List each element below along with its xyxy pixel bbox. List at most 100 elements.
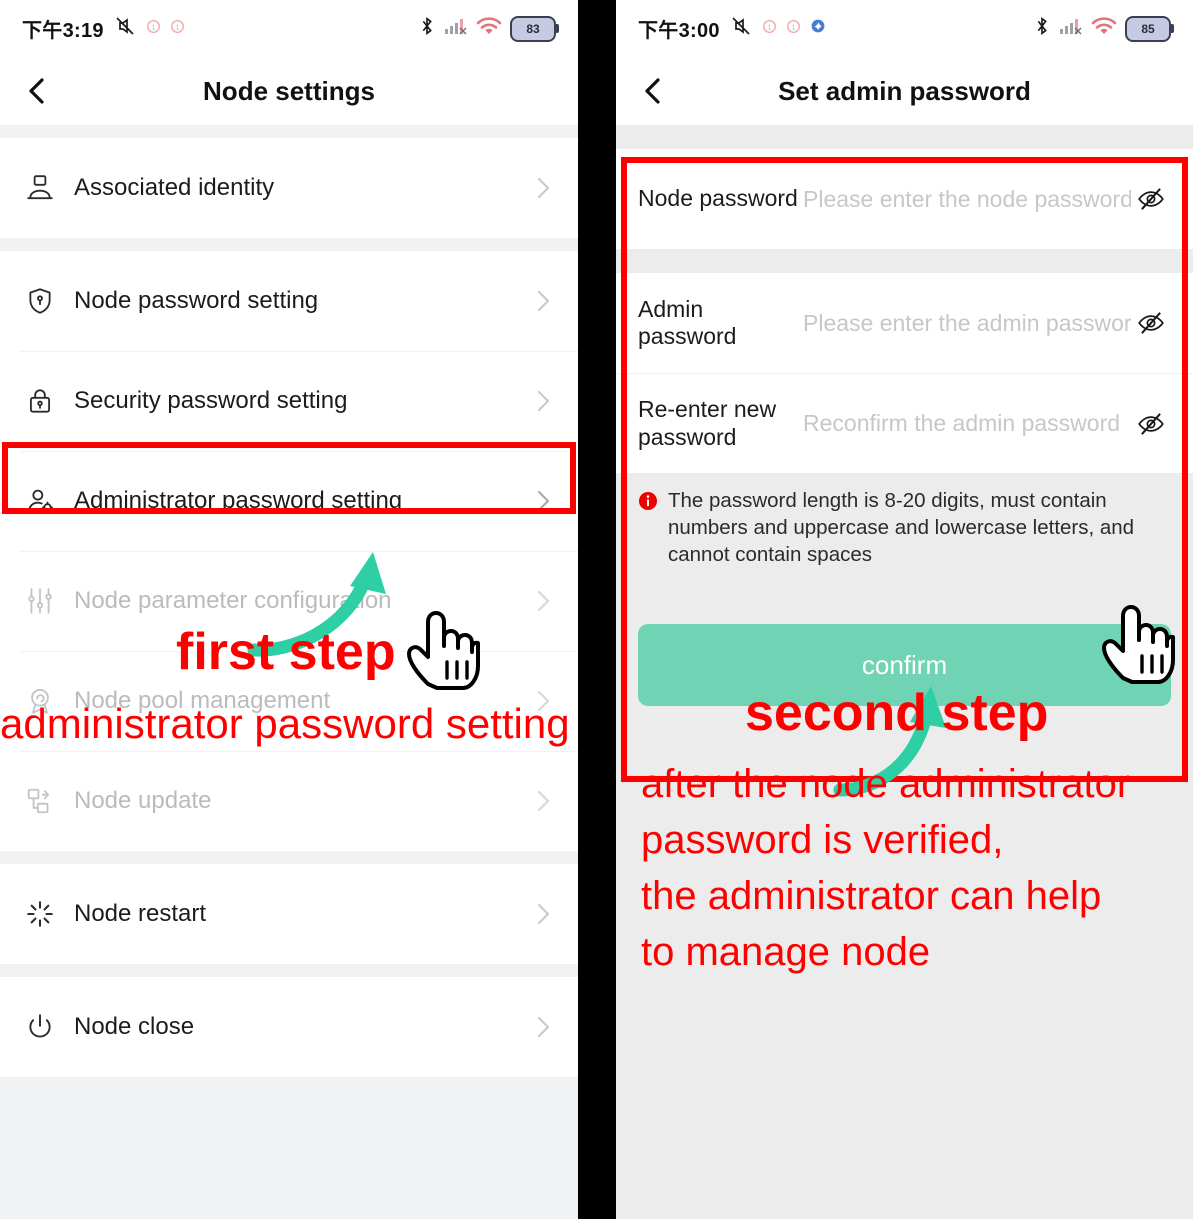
status-bar-left-icons: 1 1 bbox=[729, 14, 826, 43]
shield-key-icon bbox=[20, 281, 60, 321]
svg-text:1: 1 bbox=[791, 22, 795, 31]
sidebar-item-node-password-setting[interactable]: Node password setting bbox=[0, 251, 578, 351]
notification-dot-icon: 1 bbox=[146, 19, 161, 39]
notification-dot-icon: 1 bbox=[170, 19, 185, 39]
wifi-icon bbox=[1091, 16, 1117, 41]
sidebar-item-node-restart[interactable]: Node restart bbox=[0, 864, 578, 964]
sidebar-item-node-pool-management[interactable]: Node pool management bbox=[0, 651, 578, 751]
chevron-right-icon bbox=[528, 487, 558, 515]
notification-dot-icon: 1 bbox=[762, 19, 777, 39]
cellular-signal-icon bbox=[444, 16, 468, 41]
password-rule-hint: The password length is 8-20 digits, must… bbox=[616, 473, 1193, 568]
left-phone-screen: 下午3:19 1 1 83 Node settings Associated i… bbox=[0, 0, 578, 1219]
battery-icon: 85 bbox=[1125, 15, 1174, 42]
list-gap bbox=[0, 238, 578, 251]
field-label: Admin password bbox=[638, 295, 737, 349]
reenter-password-input[interactable]: Reconfirm the admin password bbox=[803, 410, 1131, 437]
sidebar-item-label: Node update bbox=[74, 787, 212, 814]
password-form: Node password Please enter the node pass… bbox=[616, 125, 1193, 1219]
settings-group: Associated identity bbox=[0, 138, 578, 238]
field-label: Re-enter new password bbox=[638, 396, 777, 450]
wifi-icon bbox=[476, 16, 502, 41]
status-bar-right-icons: 85 bbox=[1033, 15, 1174, 42]
sidebar-item-label: Node parameter configuration bbox=[74, 587, 392, 614]
admin-password-input[interactable]: Please enter the admin password bbox=[803, 310, 1131, 337]
notification-dot-icon: 1 bbox=[786, 19, 801, 39]
lock-icon bbox=[20, 381, 60, 421]
field-node-password[interactable]: Node password Please enter the node pass… bbox=[616, 149, 1193, 249]
screenshot-stage: 下午3:19 1 1 83 Node settings Associated i… bbox=[0, 0, 1193, 1219]
right-phone-screen: 下午3:00 1 1 85 Set admin password Node pa… bbox=[616, 0, 1193, 1219]
sidebar-item-security-password-setting[interactable]: Security password setting bbox=[0, 351, 578, 451]
list-gap bbox=[0, 125, 578, 138]
battery-level: 83 bbox=[526, 21, 540, 36]
eye-off-icon[interactable] bbox=[1131, 184, 1171, 214]
app-bar: Set admin password bbox=[616, 57, 1193, 125]
sidebar-item-label: Node close bbox=[74, 1013, 195, 1040]
settings-group: Node password setting Security password … bbox=[0, 251, 578, 851]
chevron-right-icon bbox=[528, 387, 558, 415]
status-bar-left-icons: 1 1 bbox=[113, 14, 185, 43]
svg-text:1: 1 bbox=[767, 22, 771, 31]
app-bar: Node settings bbox=[0, 57, 578, 125]
sidebar-item-associated-identity[interactable]: Associated identity bbox=[0, 138, 578, 238]
password-rule-text: The password length is 8-20 digits, must… bbox=[668, 489, 1135, 567]
chevron-right-icon bbox=[528, 1013, 558, 1041]
restart-spinner-icon bbox=[20, 894, 60, 934]
node-password-input[interactable]: Please enter the node password bbox=[803, 186, 1131, 213]
status-bar-time: 下午3:00 bbox=[638, 20, 720, 42]
chevron-right-icon bbox=[528, 900, 558, 928]
confirm-button-wrap: confirm bbox=[616, 568, 1193, 707]
settings-group: Node close bbox=[0, 977, 578, 1077]
back-chevron-icon[interactable] bbox=[20, 74, 54, 108]
award-icon bbox=[20, 681, 60, 721]
battery-level: 85 bbox=[1141, 21, 1155, 36]
settings-group: Node restart bbox=[0, 864, 578, 964]
sidebar-item-label: Node restart bbox=[74, 900, 207, 927]
sidebar-item-label: Node pool management bbox=[74, 687, 331, 714]
form-gap bbox=[616, 249, 1193, 273]
svg-text:1: 1 bbox=[175, 22, 179, 31]
sitemap-icon bbox=[20, 781, 60, 821]
mute-icon bbox=[729, 14, 753, 43]
status-bar-right-icons: 83 bbox=[418, 15, 559, 42]
status-bar: 下午3:19 1 1 83 bbox=[0, 0, 578, 57]
sidebar-item-label: Administrator password setting bbox=[74, 487, 403, 514]
user-gear-icon bbox=[20, 481, 60, 521]
chevron-right-icon bbox=[528, 687, 558, 715]
back-chevron-icon[interactable] bbox=[636, 74, 670, 108]
battery-icon: 83 bbox=[510, 15, 559, 42]
sidebar-item-administrator-password-setting[interactable]: Administrator password setting bbox=[0, 451, 578, 551]
eye-off-icon[interactable] bbox=[1131, 308, 1171, 338]
chevron-right-icon bbox=[528, 174, 558, 202]
sidebar-item-label: Associated identity bbox=[74, 174, 275, 201]
settings-list[interactable]: Associated identity Node password settin… bbox=[0, 125, 578, 1219]
power-icon bbox=[20, 1007, 60, 1047]
sidebar-item-node-parameter-configuration[interactable]: Node parameter configuration bbox=[0, 551, 578, 651]
chevron-right-icon bbox=[528, 587, 558, 615]
sidebar-item-node-close[interactable]: Node close bbox=[0, 977, 578, 1077]
page-title: Set admin password bbox=[778, 75, 1031, 106]
status-bar: 下午3:00 1 1 85 bbox=[616, 0, 1193, 57]
list-gap bbox=[0, 851, 578, 864]
app-badge-icon bbox=[810, 18, 826, 39]
user-badge-icon bbox=[20, 168, 60, 208]
form-gap bbox=[616, 125, 1193, 149]
eye-off-icon[interactable] bbox=[1131, 409, 1171, 439]
info-circle-icon bbox=[638, 491, 660, 568]
bluetooth-icon bbox=[1033, 15, 1051, 42]
bluetooth-icon bbox=[418, 15, 436, 42]
chevron-right-icon bbox=[528, 787, 558, 815]
list-gap bbox=[0, 964, 578, 977]
status-bar-time: 下午3:19 bbox=[22, 20, 104, 42]
mute-icon bbox=[113, 14, 137, 43]
field-label: Node password bbox=[638, 185, 798, 212]
field-reenter-new-password[interactable]: Re-enter new password Reconfirm the admi… bbox=[616, 373, 1193, 473]
field-admin-password[interactable]: Admin password Please enter the admin pa… bbox=[616, 273, 1193, 373]
confirm-button[interactable]: confirm bbox=[638, 624, 1171, 707]
sidebar-item-node-update[interactable]: Node update bbox=[0, 751, 578, 851]
svg-text:1: 1 bbox=[151, 22, 155, 31]
sidebar-item-label: Security password setting bbox=[74, 387, 348, 414]
sidebar-item-label: Node password setting bbox=[74, 287, 319, 314]
cellular-signal-icon bbox=[1059, 16, 1083, 41]
